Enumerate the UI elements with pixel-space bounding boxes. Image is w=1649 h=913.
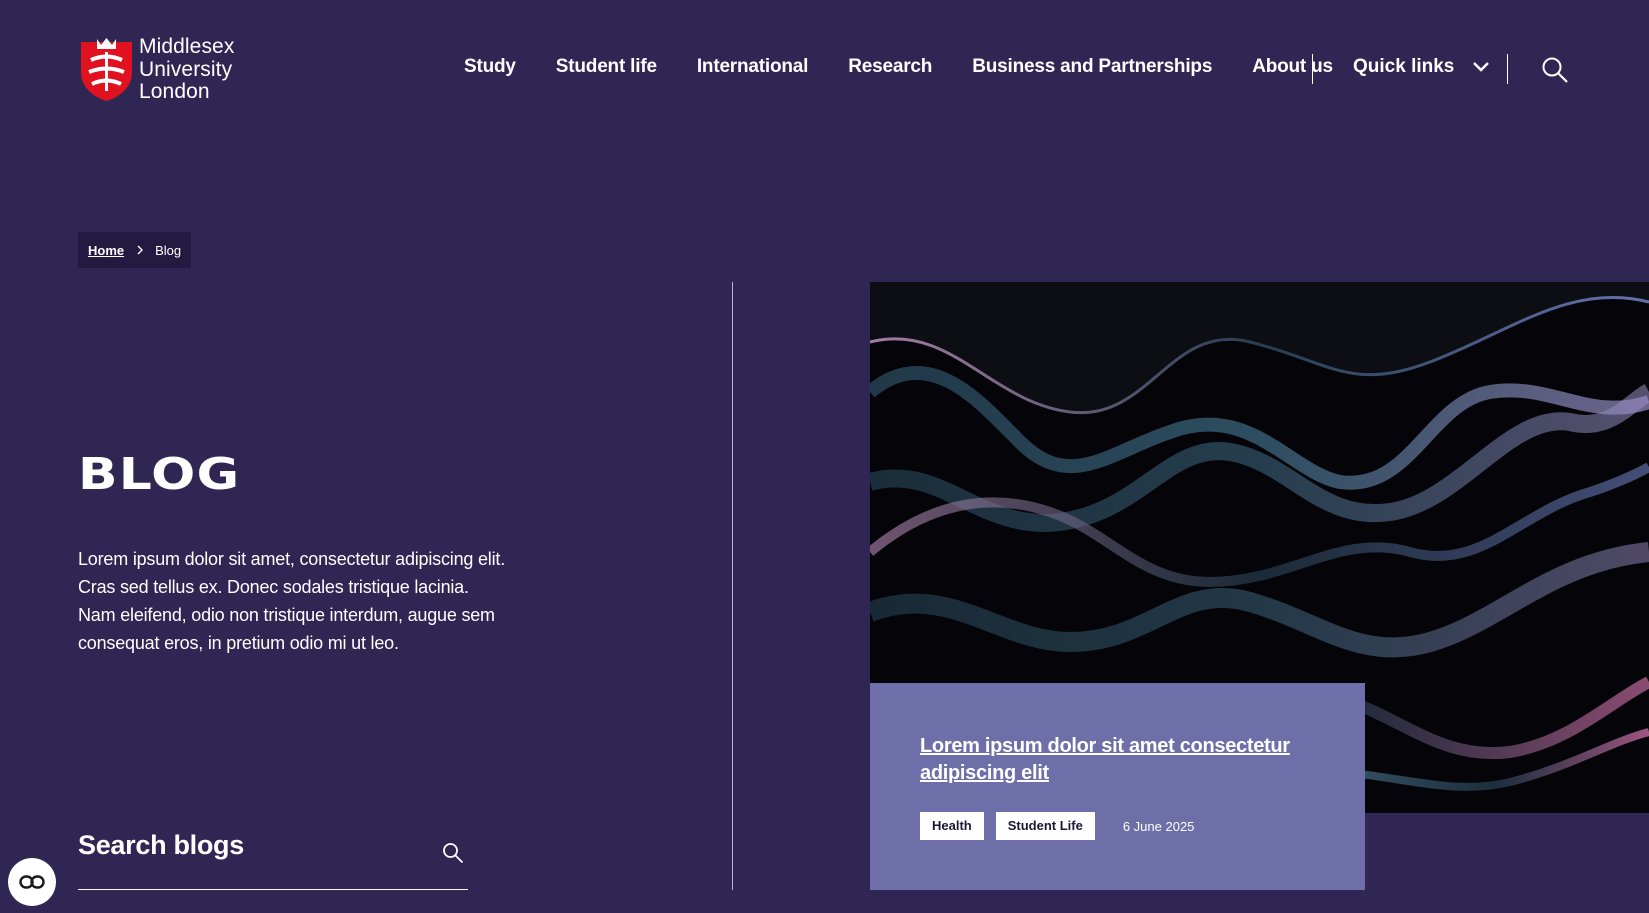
page-title: BLOG: [78, 449, 241, 500]
accessibility-icon: [19, 875, 45, 889]
shield-logo-icon: [81, 38, 132, 101]
nav-item-student-life[interactable]: Student life: [556, 56, 657, 78]
nav-item-business-partnerships[interactable]: Business and Partnerships: [972, 56, 1212, 78]
logo-wordmark: Middlesex University London: [139, 35, 235, 104]
nav-item-about-us[interactable]: About us: [1252, 56, 1333, 78]
search-icon[interactable]: [442, 842, 464, 864]
post-date: 6 June 2025: [1122, 818, 1195, 834]
accessibility-button[interactable]: [8, 858, 56, 906]
logo-line-3: London: [139, 80, 210, 103]
tag-student-life[interactable]: Student Life: [995, 812, 1095, 840]
column-divider: [732, 282, 733, 890]
tag-health[interactable]: Health: [920, 812, 984, 840]
page: Middlesex University London Study Studen…: [0, 0, 1649, 913]
chevron-right-icon: [137, 245, 144, 255]
university-logo[interactable]: Middlesex University London: [79, 35, 235, 104]
search-divider: [1507, 54, 1508, 84]
search-blogs-input[interactable]: Search blogs: [78, 830, 468, 890]
post-tags: Health Student Life 6 June 2025: [920, 812, 1194, 840]
nav-item-international[interactable]: International: [697, 56, 809, 78]
main-nav: Study Student life International Researc…: [464, 56, 1333, 78]
breadcrumb-home[interactable]: Home: [88, 243, 124, 258]
quick-links-toggle[interactable]: Quick links: [1353, 56, 1490, 78]
logo-line-2: University: [139, 57, 233, 81]
nav-item-study[interactable]: Study: [464, 56, 516, 78]
intro-text: Lorem ipsum dolor sit amet, consectetur …: [78, 549, 505, 653]
breadcrumb-current: Blog: [155, 242, 182, 258]
featured-post-title[interactable]: Lorem ipsum dolor sit amet consectetur a…: [920, 733, 1320, 787]
logo-line-1: Middlesex: [139, 35, 235, 58]
search-icon[interactable]: [1541, 56, 1569, 84]
breadcrumb: Home Blog: [78, 232, 192, 268]
nav-divider: [1312, 54, 1313, 84]
featured-post-card: Lorem ipsum dolor sit amet consectetur a…: [870, 683, 1365, 890]
quick-links-label: Quick links: [1353, 56, 1455, 77]
nav-item-research[interactable]: Research: [848, 56, 932, 78]
search-blogs-label: Search blogs: [78, 830, 244, 860]
chevron-down-icon: [1473, 62, 1490, 72]
